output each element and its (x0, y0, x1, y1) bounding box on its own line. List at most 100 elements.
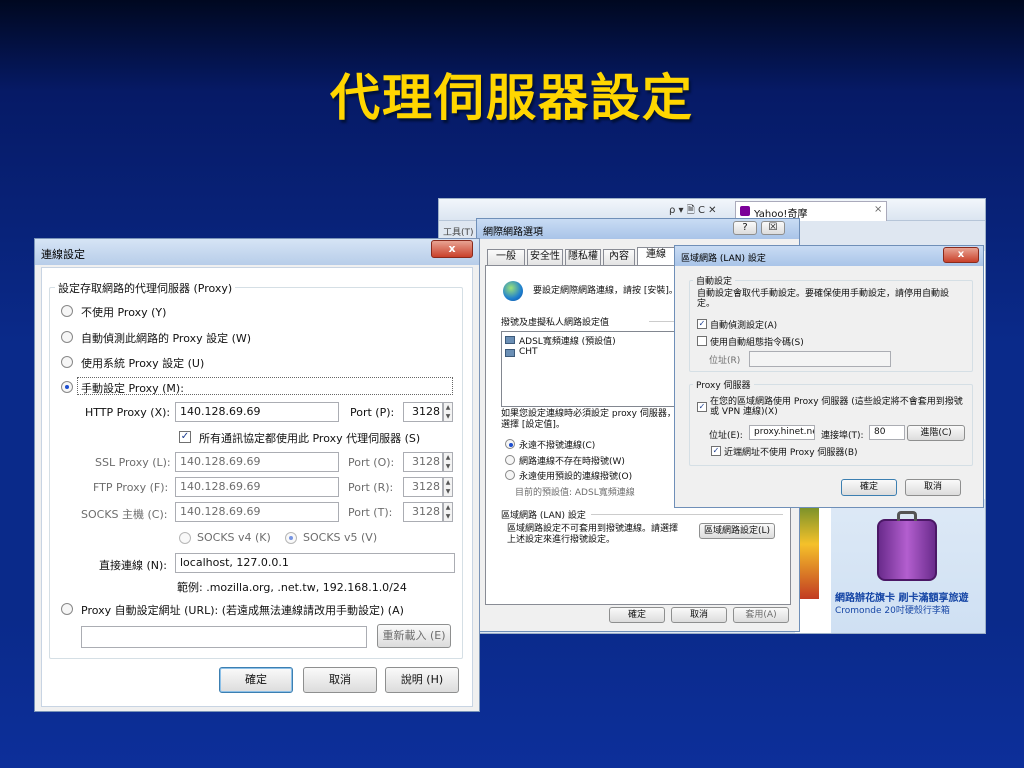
no-proxy-example: 範例: .mozilla.org, .net.tw, 192.168.1.0/2… (177, 581, 407, 594)
lan-settings-dialog: 區域網路 (LAN) 設定 x 自動設定 自動設定會取代手動設定。要確保使用手動… (674, 245, 984, 508)
spinner-arrows-icon[interactable]: ▲ ▼ (443, 477, 453, 497)
tab-general[interactable]: 一般 (487, 249, 525, 265)
close-icon[interactable]: ☒ (761, 221, 785, 235)
ad-line1[interactable]: 網路辦花旗卡 刷卡滿額享旅遊 (835, 589, 968, 604)
spinner-arrows-icon[interactable]: ▲ ▼ (443, 402, 453, 422)
help-button[interactable]: 說明 (H) (385, 667, 459, 693)
ie-cancel-button[interactable]: 取消 (671, 607, 727, 623)
reload-button[interactable]: 重新載入 (E) (377, 624, 451, 648)
radio-system-proxy[interactable] (61, 356, 73, 368)
ie-apply-button[interactable]: 套用(A) (733, 607, 789, 623)
browser-tab-close[interactable]: × (874, 204, 882, 215)
radio-no-proxy[interactable] (61, 305, 73, 317)
proxy-address-label: 位址(E): (709, 431, 743, 441)
proxy-hint: 如果您設定連線時必須設定 proxy 伺服器，選擇 [設定值]。 (501, 409, 676, 430)
no-proxy-label: 不使用 Proxy (Y) (81, 306, 167, 319)
socks-port-label: Port (T): (348, 506, 393, 519)
ftp-port-input[interactable]: 3128 (403, 477, 443, 497)
ftp-proxy-label: FTP Proxy (F): (93, 481, 169, 494)
help-button[interactable]: ? (733, 221, 757, 235)
http-proxy-label: HTTP Proxy (X): (85, 406, 171, 419)
http-port-input[interactable]: 3128 (403, 402, 443, 422)
suitcase-handle (897, 511, 917, 521)
use-script-label: 使用自動組態指令碼(S) (710, 338, 804, 348)
all-protocols-label: 所有通訊協定都使用此 Proxy 代理伺服器 (S) (199, 432, 421, 445)
auto-detect-label: 自動偵測設定(A) (710, 321, 778, 331)
radio-pac-url[interactable] (61, 603, 73, 615)
proxy-port-input[interactable]: 80 (869, 425, 905, 440)
network-connection-icon (505, 336, 515, 344)
cancel-button[interactable]: 取消 (303, 667, 377, 693)
radio-dial-never[interactable] (505, 439, 515, 449)
ftp-proxy-input[interactable]: 140.128.69.69 (175, 477, 339, 497)
script-address-input[interactable] (749, 351, 891, 367)
tab-security[interactable]: 安全性 (527, 249, 563, 265)
slide-title: 代理伺服器設定 (330, 68, 694, 127)
ssl-port-label: Port (O): (348, 456, 395, 469)
manual-proxy-label: 手動設定 Proxy (M): (81, 382, 184, 395)
ftp-port-label: Port (R): (348, 481, 394, 494)
use-proxy-label: 在您的區域網路使用 Proxy 伺服器 (這些設定將不會套用到撥號或 VPN 連… (710, 397, 963, 417)
socks-v5-label: SOCKS v5 (V) (303, 531, 378, 544)
no-proxy-for-label: 直接連線 (N): (99, 559, 168, 572)
lan-ok-button[interactable]: 確定 (841, 479, 897, 496)
radio-socks-v5[interactable] (285, 532, 297, 544)
ssl-port-input[interactable]: 3128 (403, 452, 443, 472)
dial-no-network-label: 網路連線不存在時撥號(W) (519, 457, 625, 467)
proxy-address-input[interactable]: proxy.hinet.net (749, 425, 815, 440)
auto-detect-checkbox[interactable]: ✓ (697, 319, 707, 329)
current-default: 目前的預設值: ADSL寬頻連線 (515, 488, 635, 498)
lan-rule (591, 514, 783, 515)
ssl-proxy-input[interactable]: 140.128.69.69 (175, 452, 339, 472)
auto-config-label: 自動設定 (693, 274, 736, 287)
proxy-config-label: 設定存取網路的代理伺服器 (Proxy) (55, 280, 236, 296)
use-script-checkbox[interactable] (697, 336, 707, 346)
advanced-button[interactable]: 進階(C) (907, 425, 965, 441)
tab-connections[interactable]: 連線 (637, 247, 675, 265)
radio-manual-proxy[interactable] (61, 381, 73, 393)
dialup-group-label: 撥號及虛擬私人網路設定值 (501, 318, 610, 328)
ad-line2[interactable]: Cromonde 20吋硬殼行李箱 (835, 603, 950, 616)
ok-button[interactable]: 確定 (219, 667, 293, 693)
http-proxy-input[interactable]: 140.128.69.69 (175, 402, 339, 422)
dial-never-label: 永遠不撥號連線(C) (519, 441, 596, 451)
lan-settings-button[interactable]: 區域網路設定(L) (699, 523, 775, 539)
socks-host-label: SOCKS 主機 (C): (81, 508, 168, 521)
proxy-port-label: 連接埠(T): (821, 431, 864, 441)
dial-always-label: 永遠使用預設的連線撥號(O) (519, 472, 633, 482)
no-proxy-for-input[interactable]: localhost, 127.0.0.1 (175, 553, 455, 573)
browser-menu-tools[interactable]: 工具(T) (443, 225, 474, 238)
auto-config-desc: 自動設定會取代手動設定。要確保使用手動設定，請停用自動設定。 (697, 289, 950, 309)
connection-item-cht[interactable]: CHT (519, 347, 538, 357)
socks-host-input[interactable]: 140.128.69.69 (175, 502, 339, 522)
spinner-arrows-icon[interactable]: ▲ ▼ (443, 502, 453, 522)
close-icon[interactable]: x (431, 240, 473, 258)
connection-titlebar: 連線設定 x (35, 239, 479, 265)
pac-url-input[interactable] (81, 626, 367, 648)
connection-item-adsl[interactable]: ADSL寬頻連線 (預設值) (519, 334, 616, 347)
lan-cancel-button[interactable]: 取消 (905, 479, 961, 496)
suitcase-icon (877, 519, 937, 581)
bypass-local-label: 近端網址不使用 Proxy 伺服器(B) (724, 448, 858, 458)
radio-dial-always[interactable] (505, 470, 515, 480)
socks-v4-label: SOCKS v4 (K) (197, 531, 271, 544)
proxy-server-label: Proxy 伺服器 (693, 378, 754, 391)
tab-privacy[interactable]: 隱私權 (565, 249, 601, 265)
radio-dial-no-network[interactable] (505, 455, 515, 465)
lan-group-label: 區域網路 (LAN) 設定 (501, 511, 586, 521)
socks-port-input[interactable]: 3128 (403, 502, 443, 522)
all-protocols-checkbox[interactable]: ✓ (179, 431, 191, 443)
close-icon[interactable]: x (943, 247, 979, 263)
spinner-arrows-icon[interactable]: ▲ ▼ (443, 452, 453, 472)
radio-socks-v4[interactable] (179, 532, 191, 544)
bypass-local-checkbox[interactable]: ✓ (711, 446, 721, 456)
setup-text: 要設定網際網路連線，請按 [安裝]。 (533, 286, 678, 296)
yahoo-favicon (740, 206, 750, 216)
lan-desc: 區域網路設定不可套用到撥號連線。請選擇上述設定來進行撥號設定。 (507, 524, 679, 545)
ie-ok-button[interactable]: 確定 (609, 607, 665, 623)
use-proxy-checkbox[interactable]: ✓ (697, 402, 707, 412)
radio-auto-detect[interactable] (61, 331, 73, 343)
tab-content[interactable]: 內容 (603, 249, 635, 265)
connection-settings-dialog: 連線設定 x 設定存取網路的代理伺服器 (Proxy) 不使用 Proxy (Y… (34, 238, 480, 712)
lan-dialog-title: 區域網路 (LAN) 設定 (681, 254, 766, 264)
